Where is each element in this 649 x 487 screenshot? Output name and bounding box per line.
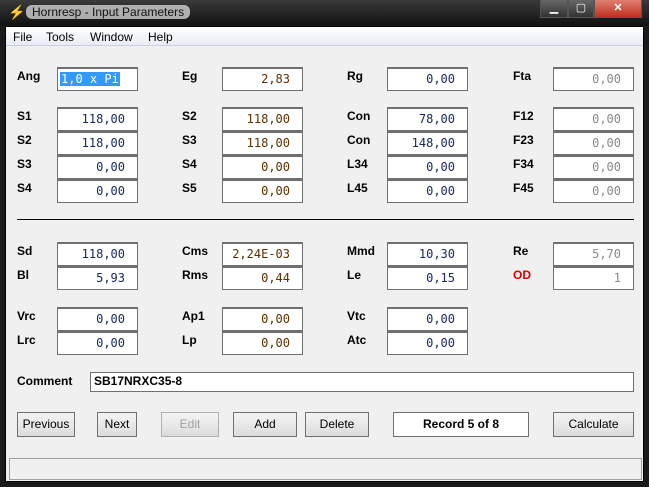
label-fta: Fta bbox=[513, 69, 531, 83]
menu-help[interactable]: Help bbox=[148, 30, 173, 44]
label-s4: S4 bbox=[182, 157, 197, 171]
label-s3: S3 bbox=[182, 133, 197, 147]
label-atc: Atc bbox=[347, 333, 367, 347]
label-rms: Rms bbox=[182, 268, 209, 282]
label-l34: L34 bbox=[347, 157, 368, 171]
label-l45: L45 bbox=[347, 181, 368, 195]
label-con: Con bbox=[347, 133, 371, 147]
record-indicator: Record 5 of 8 bbox=[393, 412, 529, 437]
label-eg: Eg bbox=[182, 69, 198, 83]
label-ap1: Ap1 bbox=[182, 309, 205, 323]
label-s1: S1 bbox=[17, 109, 32, 123]
label-f45: F45 bbox=[513, 181, 534, 195]
input-cms[interactable]: 2,24E-03 bbox=[222, 242, 303, 266]
input-f23[interactable]: 0,00 bbox=[553, 131, 634, 155]
input-l45[interactable]: 0,00 bbox=[387, 179, 468, 203]
input-s3[interactable]: 118,00 bbox=[222, 131, 303, 155]
calculate-button[interactable]: Calculate bbox=[553, 412, 634, 437]
input-mmd[interactable]: 10,30 bbox=[387, 242, 468, 266]
input-con[interactable]: 148,00 bbox=[387, 131, 468, 155]
input-s3[interactable]: 0,00 bbox=[57, 155, 138, 179]
input-s2[interactable]: 118,00 bbox=[222, 107, 303, 131]
delete-button[interactable]: Delete bbox=[305, 412, 369, 437]
close-button[interactable]: ✕ bbox=[594, 0, 642, 18]
input-s4[interactable]: 0,00 bbox=[57, 179, 138, 203]
input-bl[interactable]: 5,93 bbox=[57, 266, 138, 290]
input-sd[interactable]: 118,00 bbox=[57, 242, 138, 266]
label-vtc: Vtc bbox=[347, 309, 366, 323]
menu-tools[interactable]: Tools bbox=[46, 30, 74, 44]
comment-input[interactable]: SB17NRXC35-8 bbox=[90, 372, 634, 392]
input-con[interactable]: 78,00 bbox=[387, 107, 468, 131]
input-vrc[interactable]: 0,00 bbox=[57, 307, 138, 331]
label-cms: Cms bbox=[182, 244, 209, 258]
label-f34: F34 bbox=[513, 157, 534, 171]
input-f34[interactable]: 0,00 bbox=[553, 155, 634, 179]
previous-button[interactable]: Previous bbox=[17, 412, 75, 437]
label-f12: F12 bbox=[513, 109, 534, 123]
input-vtc[interactable]: 0,00 bbox=[387, 307, 468, 331]
label-ang: Ang bbox=[17, 69, 41, 83]
menu-file[interactable]: File bbox=[13, 30, 32, 44]
input-s2[interactable]: 118,00 bbox=[57, 131, 138, 155]
title-bar: ⚡ Hornresp - Input Parameters ▁ ▢ ✕ bbox=[0, 0, 649, 26]
label-le: Le bbox=[347, 268, 362, 282]
edit-button[interactable]: Edit bbox=[161, 412, 219, 437]
comment-label: Comment bbox=[17, 374, 73, 388]
lightning-app-icon: ⚡ bbox=[8, 4, 26, 20]
input-f45[interactable]: 0,00 bbox=[553, 179, 634, 203]
label-bl: Bl bbox=[17, 268, 29, 282]
label-mmd: Mmd bbox=[347, 244, 375, 258]
input-s5[interactable]: 0,00 bbox=[222, 179, 303, 203]
input-lrc[interactable]: 0,00 bbox=[57, 331, 138, 355]
label-rg: Rg bbox=[347, 69, 363, 83]
minimize-button[interactable]: ▁ bbox=[540, 0, 568, 18]
menu-window[interactable]: Window bbox=[90, 30, 133, 44]
input-s1[interactable]: 118,00 bbox=[57, 107, 138, 131]
label-s5: S5 bbox=[182, 181, 197, 195]
maximize-button[interactable]: ▢ bbox=[568, 0, 594, 18]
selected-text: 1,0 x Pi bbox=[60, 72, 120, 86]
input-ang[interactable]: 1,0 x Pi bbox=[57, 67, 138, 91]
input-lp[interactable]: 0,00 bbox=[222, 331, 303, 355]
label-sd: Sd bbox=[17, 244, 33, 258]
input-f12[interactable]: 0,00 bbox=[553, 107, 634, 131]
input-ap1[interactable]: 0,00 bbox=[222, 307, 303, 331]
label-lp: Lp bbox=[182, 333, 197, 347]
label-s4: S4 bbox=[17, 181, 32, 195]
label-vrc: Vrc bbox=[17, 309, 36, 323]
input-l34[interactable]: 0,00 bbox=[387, 155, 468, 179]
input-od[interactable]: 1 bbox=[553, 266, 634, 290]
label-s2: S2 bbox=[17, 133, 32, 147]
next-button[interactable]: Next bbox=[97, 412, 137, 437]
label-re: Re bbox=[513, 244, 529, 258]
add-button[interactable]: Add bbox=[233, 412, 297, 437]
status-bar bbox=[9, 458, 642, 480]
window-title: Hornresp - Input Parameters bbox=[26, 5, 191, 19]
label-s3: S3 bbox=[17, 157, 32, 171]
separator bbox=[17, 219, 634, 220]
input-rms[interactable]: 0,44 bbox=[222, 266, 303, 290]
input-parameters-window: File Tools Window Help Ang 1,0 x Pi Eg 2,83… bbox=[5, 26, 644, 482]
input-eg[interactable]: 2,83 bbox=[222, 67, 303, 91]
menu-bar: File Tools Window Help bbox=[6, 27, 643, 46]
input-rg[interactable]: 0,00 bbox=[387, 67, 468, 91]
label-f23: F23 bbox=[513, 133, 534, 147]
label-con: Con bbox=[347, 109, 371, 123]
input-re[interactable]: 5,70 bbox=[553, 242, 634, 266]
input-atc[interactable]: 0,00 bbox=[387, 331, 468, 355]
label-od: OD bbox=[513, 268, 531, 282]
input-fta[interactable]: 0,00 bbox=[553, 67, 634, 91]
label-s2: S2 bbox=[182, 109, 197, 123]
input-le[interactable]: 0,15 bbox=[387, 266, 468, 290]
label-lrc: Lrc bbox=[17, 333, 36, 347]
input-s4[interactable]: 0,00 bbox=[222, 155, 303, 179]
